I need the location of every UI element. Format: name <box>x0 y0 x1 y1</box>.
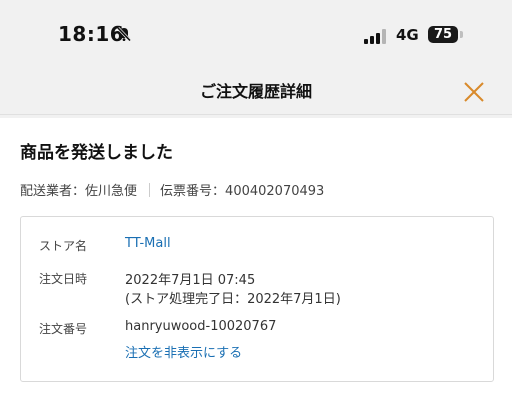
shipment-status-heading: 商品を発送しました <box>20 143 173 163</box>
order-date-label: 注文日時 <box>39 272 88 286</box>
signal-icon <box>364 28 390 44</box>
hide-order-link[interactable]: 注文を非表示にする <box>125 342 242 361</box>
divider <box>149 183 151 197</box>
store-label: ストア名 <box>39 239 88 253</box>
bell-slash-icon <box>116 26 132 46</box>
page-title: ご注文履歴詳細 <box>199 82 312 101</box>
order-info-card: ストア名 TT-Mall 注文日時 2022年7月1日 07:45 (ストア処理… <box>20 216 494 382</box>
order-date-value: 2022年7月1日 07:45 <box>125 273 256 288</box>
tracking-label: 伝票番号： <box>160 184 226 199</box>
store-processed-date: (ストア処理完了日：2022年7月1日) <box>125 292 341 307</box>
shipping-info: 配送業者：佐川急便 伝票番号：400402070493 <box>20 180 324 199</box>
carrier-label: 配送業者： <box>20 184 86 199</box>
network-type: 4G <box>396 26 419 44</box>
order-detail-panel: 商品を発送しました 配送業者：佐川急便 伝票番号：400402070493 ストア… <box>0 118 512 400</box>
order-number-value: hanryuwood-10020767 <box>125 319 277 334</box>
carrier-name: 佐川急便 <box>85 184 138 199</box>
battery-icon: 75 <box>428 26 458 43</box>
tracking-number: 400402070493 <box>225 184 325 199</box>
nav-bar: ご注文履歴詳細 <box>0 70 512 115</box>
battery-level: 75 <box>433 27 453 42</box>
store-link[interactable]: TT-Mall <box>125 236 171 251</box>
order-number-label: 注文番号 <box>39 322 88 336</box>
battery-cap <box>460 31 463 38</box>
close-button[interactable] <box>460 78 488 106</box>
clock: 18:16 <box>58 22 125 46</box>
close-icon <box>464 82 484 102</box>
status-bar: 18:16 4G 75 <box>0 0 512 70</box>
